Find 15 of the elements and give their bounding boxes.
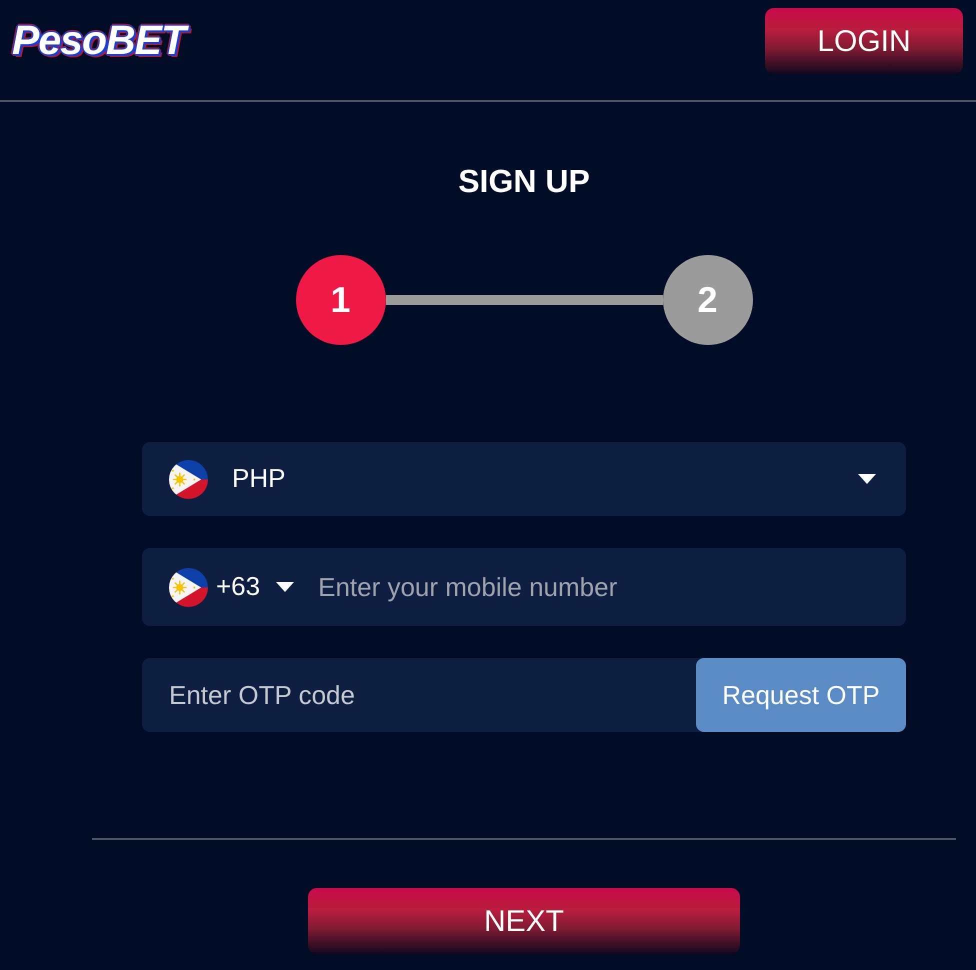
country-code-select[interactable]: +63 xyxy=(169,568,294,606)
currency-value: PHP xyxy=(232,463,286,495)
request-otp-button[interactable]: Request OTP xyxy=(696,658,906,732)
next-button[interactable]: NEXT xyxy=(308,888,740,954)
currency-select[interactable]: PHP xyxy=(142,442,906,516)
philippine-flag-icon xyxy=(169,568,208,606)
caret-icon xyxy=(276,582,294,592)
step-indicator: 2 xyxy=(662,255,752,345)
page-title: SIGN UP xyxy=(457,162,591,200)
otp-field[interactable]: Enter OTP code Request OTP xyxy=(142,658,906,732)
step-indicator: 1 xyxy=(296,255,386,345)
caret-icon xyxy=(858,474,876,484)
phone-field[interactable]: +63 Enter your mobile number xyxy=(142,548,906,626)
philippine-flag-icon xyxy=(169,460,208,498)
login-button[interactable]: LOGIN xyxy=(765,8,963,74)
